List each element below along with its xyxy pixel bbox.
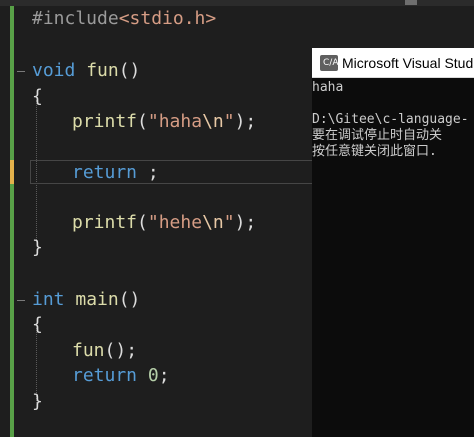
punctuation: ; [158,365,170,386]
fold-marker[interactable] [17,300,25,301]
gutter-changed-marker [10,160,14,184]
gutter-saved-marker [10,6,14,160]
function-name: printf [72,111,138,132]
function-name: printf [72,212,138,233]
string-literal: "haha [147,111,203,132]
fold-marker[interactable] [17,71,25,72]
horizontal-scrollbar-thumb[interactable] [405,0,417,5]
escape-sequence: \n [202,212,224,233]
code-line-close-brace[interactable]: } [32,235,43,261]
console-output-line: haha [312,80,344,95]
function-name: fun [86,60,119,81]
code-line-return[interactable]: return ; [72,160,159,186]
string-literal-end: " [223,212,235,233]
brace: } [32,391,43,412]
punctuation: () [118,60,141,81]
punctuation: () [118,289,141,310]
string-literal-end: " [223,111,235,132]
code-line-include[interactable]: #include<stdio.h> [32,6,216,32]
punctuation: ( [137,111,148,132]
number-literal: 0 [147,365,159,386]
brace: { [32,86,43,107]
code-line-fun-signature[interactable]: void fun() [32,58,140,84]
preprocessor-directive: #include [32,8,119,29]
punctuation: ); [234,212,257,233]
string-literal: "hehe [147,212,203,233]
brace: { [32,314,43,335]
keyword: return [72,162,138,183]
code-line-printf-haha[interactable]: printf("haha\n"); [72,109,256,135]
code-line-fun-call[interactable]: fun(); [72,338,137,364]
console-output-line: D:\Gitee\c-language- [312,112,469,127]
console-title: Microsoft Visual Studio [342,55,474,71]
code-line-return-zero[interactable]: return 0; [72,363,170,389]
code-line-main-signature[interactable]: int main() [32,287,140,313]
function-name: main [75,289,119,310]
keyword: return [72,365,138,386]
punctuation: ); [234,111,257,132]
code-line-open-brace[interactable]: { [32,312,43,338]
brace: } [32,237,43,258]
debug-console-window[interactable]: C/A Microsoft Visual Studio haha D:\Gite… [312,48,474,437]
code-line-printf-hehe[interactable]: printf("hehe\n"); [72,210,256,236]
function-name: fun [72,340,105,361]
keyword: void [32,60,76,81]
keyword: int [32,289,65,310]
escape-sequence: \n [202,111,224,132]
code-line-open-brace[interactable]: { [32,84,43,110]
console-output-line: 按任意键关闭此窗口. [312,144,437,159]
console-title-bar[interactable]: C/A Microsoft Visual Studio [312,48,474,78]
punctuation: (); [104,340,138,361]
visual-studio-icon: C/A [320,55,338,71]
punctuation: ; [137,162,159,183]
console-output-line: 要在调试停止时自动关 [312,128,443,143]
header-name: <stdio.h> [118,8,217,29]
code-line-close-brace[interactable]: } [32,389,43,415]
gutter-saved-marker [10,184,14,437]
punctuation: ( [137,212,148,233]
